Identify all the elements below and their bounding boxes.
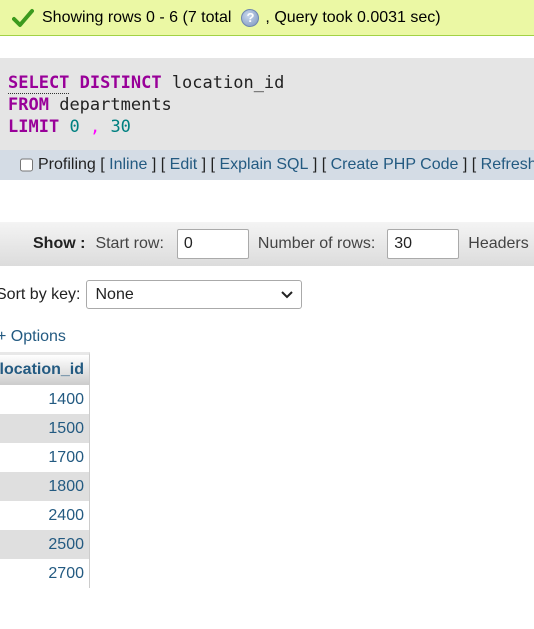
- edit-link[interactable]: Edit: [170, 156, 198, 174]
- table-cell[interactable]: 2700: [0, 559, 90, 588]
- status-text-after: , Query took 0.0031 sec): [265, 8, 441, 26]
- start-row-label: Start row:: [95, 235, 164, 252]
- number-of-rows-input[interactable]: [387, 229, 460, 259]
- inline-link[interactable]: Inline: [109, 156, 147, 174]
- result-table: location_id 1400 1500 1700 1800 2400 250…: [0, 352, 90, 588]
- sql-table-name: departments: [59, 95, 172, 115]
- profiling-checkbox[interactable]: [20, 158, 33, 172]
- show-label: Show :: [33, 235, 86, 252]
- sql-actions-bar: Profiling [ Inline ] [ Edit ] [ Explain …: [0, 150, 534, 180]
- sort-selected-value: None: [95, 285, 134, 303]
- table-cell[interactable]: 2400: [0, 501, 90, 530]
- start-row-input[interactable]: [176, 229, 249, 259]
- sql-limit-offset: 0: [69, 117, 80, 137]
- explain-sql-link[interactable]: Explain SQL: [219, 156, 308, 174]
- headers-label: Headers: [468, 235, 529, 252]
- table-cell[interactable]: 1500: [0, 414, 90, 443]
- sql-keyword-limit: LIMIT: [8, 117, 60, 137]
- sort-by-key-label: Sort by key:: [0, 285, 81, 303]
- sql-line-2: FROM departments: [8, 94, 284, 116]
- query-success-message: Showing rows 0 - 6 (7 total ? , Query to…: [0, 0, 534, 36]
- sql-limit-count: 30: [110, 117, 131, 137]
- profiling-label: Profiling: [38, 156, 96, 173]
- sort-by-key-select[interactable]: None: [86, 280, 303, 309]
- number-of-rows-label: Number of rows:: [257, 235, 376, 252]
- table-cell[interactable]: 2500: [0, 530, 90, 559]
- sql-column-name: location_id: [171, 73, 285, 93]
- navigation-bar: Show : Start row: Number of rows: Header…: [0, 222, 534, 266]
- sql-keyword-select[interactable]: SELECT: [8, 73, 70, 94]
- sort-by-key-row: Sort by key: None: [0, 280, 303, 309]
- table-cell[interactable]: 1800: [0, 472, 90, 501]
- sql-line-1: SELECT DISTINCT location_id: [8, 72, 284, 94]
- sql-keyword-from: FROM: [8, 95, 49, 115]
- help-icon[interactable]: ?: [241, 8, 260, 27]
- create-php-code-link[interactable]: Create PHP Code: [331, 156, 459, 174]
- sql-keyword-distinct: DISTINCT: [79, 73, 162, 93]
- sql-line-3: LIMIT 0 , 30: [8, 116, 284, 138]
- sql-comma: ,: [89, 117, 101, 137]
- column-header-location-id[interactable]: location_id: [0, 352, 90, 385]
- refresh-link[interactable]: Refresh: [481, 156, 534, 174]
- chevron-down-icon: [281, 286, 294, 304]
- options-link[interactable]: + Options: [0, 328, 66, 346]
- table-cell[interactable]: 1400: [0, 385, 90, 414]
- success-check-icon: [12, 8, 34, 28]
- sql-code: SELECT DISTINCT location_id FROM departm…: [8, 72, 284, 138]
- table-cell[interactable]: 1700: [0, 443, 90, 472]
- status-text-before: Showing rows 0 - 6 (7 total: [42, 8, 232, 26]
